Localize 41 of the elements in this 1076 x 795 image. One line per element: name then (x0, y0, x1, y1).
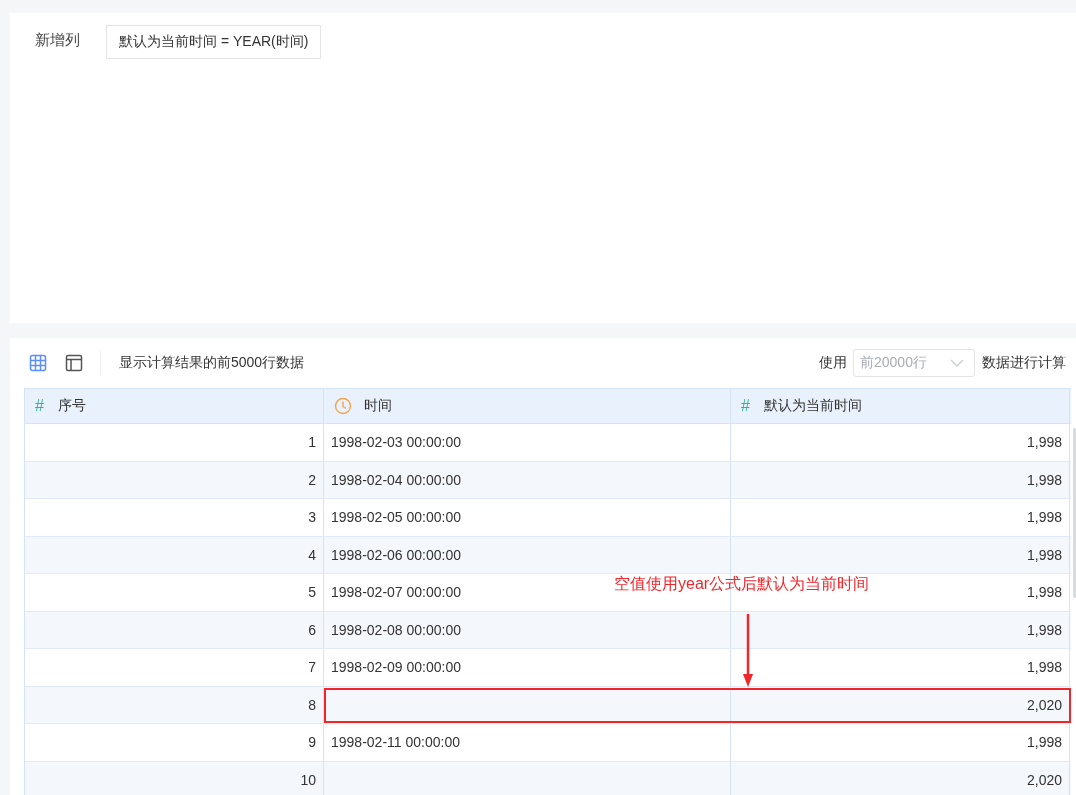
result-info-text: 显示计算结果的前5000行数据 (119, 354, 305, 372)
table-cell: 1998-02-09 00:00:00 (324, 649, 731, 686)
chevron-down-icon (950, 359, 964, 367)
table-cell: 1998-02-04 00:00:00 (324, 461, 731, 498)
column-title: 时间 (364, 397, 392, 415)
table-cell: 1,998 (731, 536, 1070, 573)
use-label: 使用 (819, 354, 847, 372)
formula-label: 新增列 (35, 31, 80, 50)
table-cell: 1,998 (731, 499, 1070, 536)
layout-view-icon[interactable] (65, 354, 83, 372)
table-cell: 1998-02-03 00:00:00 (324, 424, 731, 461)
table-cell: 1 (25, 424, 324, 461)
suffix-label: 数据进行计算 (982, 354, 1066, 372)
table-cell: 8 (25, 686, 324, 723)
table-cell: 3 (25, 499, 324, 536)
table-cell: 1,998 (731, 611, 1070, 648)
table-cell: 6 (25, 611, 324, 648)
table-cell: 10 (25, 761, 324, 795)
annotation-text: 空值使用year公式后默认为当前时间 (614, 574, 870, 594)
table-cell: 4 (25, 536, 324, 573)
table-cell: 5 (25, 574, 324, 611)
table-cell: 9 (25, 724, 324, 761)
scrollbar[interactable] (1073, 428, 1076, 598)
table-cell: 1,998 (731, 461, 1070, 498)
clock-icon (334, 397, 352, 415)
column-title: 序号 (57, 397, 86, 415)
table-cell: 1,998 (731, 424, 1070, 461)
number-type-icon: # (741, 397, 750, 415)
table-cell: 2,020 (731, 686, 1070, 723)
table-cell: 2 (25, 461, 324, 498)
table-cell: 1998-02-11 00:00:00 (324, 724, 731, 761)
table-cell: 1,998 (731, 724, 1070, 761)
table-cell: 1998-02-06 00:00:00 (324, 536, 731, 573)
table-cell: 1998-02-08 00:00:00 (324, 611, 731, 648)
table-cell: 2,020 (731, 761, 1070, 795)
table-cell: 7 (25, 649, 324, 686)
column-title: 默认为当前时间 (763, 397, 862, 415)
table-cell: 1998-02-05 00:00:00 (324, 499, 731, 536)
grid-view-icon[interactable] (29, 354, 47, 372)
number-type-icon: # (35, 397, 44, 415)
formula-field[interactable]: 默认为当前时间 = YEAR(时间) (106, 25, 322, 59)
